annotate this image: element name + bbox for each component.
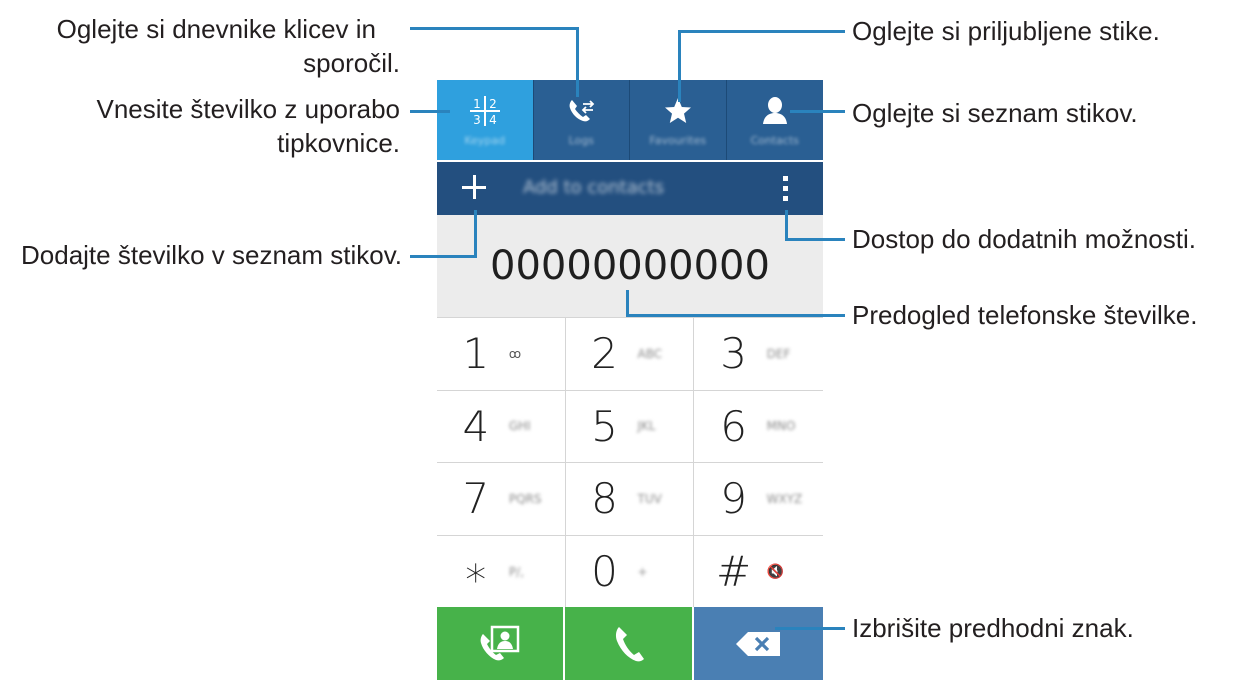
tab-logs-label: Logs	[568, 134, 594, 147]
tab-keypad[interactable]: 1 2 3 4 Keypad	[437, 80, 534, 160]
leader-line	[576, 27, 579, 97]
tab-bar: 1 2 3 4 Keypad Logs Favourites Contacts	[437, 80, 823, 160]
contact-call-icon	[480, 625, 520, 660]
annotation-favourites: Oglejte si priljubljene stike.	[852, 16, 1160, 46]
leader-line	[474, 210, 477, 258]
key-digit: 2	[591, 329, 618, 379]
annotation-keypad-line2: tipkovnice.	[277, 128, 400, 158]
tab-contacts[interactable]: Contacts	[726, 80, 823, 160]
leader-line	[785, 238, 845, 241]
key-3[interactable]: 3 DEF	[694, 318, 823, 390]
voicemail-icon: ꝏ	[508, 346, 522, 361]
key-digit: 3	[720, 329, 747, 379]
key-letters: PQRS	[508, 491, 542, 506]
key-0[interactable]: 0 +	[566, 535, 695, 608]
svg-text:3: 3	[473, 113, 481, 127]
key-letters: JKL	[637, 419, 656, 434]
key-digit: 5	[591, 401, 618, 451]
annotation-preview: Predogled telefonske številke.	[852, 300, 1198, 330]
key-letters: TUV	[637, 491, 662, 506]
mute-icon: 🔇	[766, 563, 785, 580]
annotation-options: Dostop do dodatnih možnosti.	[852, 224, 1196, 254]
key-7[interactable]: 7 PQRS	[437, 463, 566, 535]
key-2[interactable]: 2 ABC	[566, 318, 695, 390]
leader-line	[775, 627, 845, 630]
leader-line	[410, 110, 450, 113]
delete-button[interactable]	[693, 607, 824, 680]
annotation-add-contact: Dodajte številko v seznam stikov.	[21, 240, 402, 270]
key-6[interactable]: 6 MNO	[694, 391, 823, 463]
key-digit: 9	[720, 474, 747, 524]
action-bar: Add to contacts	[437, 162, 823, 215]
number-display: 00000000000	[437, 215, 823, 317]
key-digit: 1	[462, 329, 490, 379]
leader-line	[678, 30, 681, 102]
add-contact-icon[interactable]	[459, 172, 489, 202]
leader-line	[626, 314, 845, 317]
video-call-button[interactable]	[437, 607, 566, 680]
leader-line	[410, 27, 577, 30]
annotation-delete: Izbrišite predhodni znak.	[852, 613, 1134, 643]
key-digit: #	[716, 547, 752, 597]
person-icon	[760, 94, 790, 128]
dial-keypad: 1ꝏ 2 ABC 3 DEF 4 GHI 5 JKL 6 MNO 7 PQRS 8 TUV 9…	[437, 317, 823, 608]
key-8[interactable]: 8 TUV	[566, 463, 695, 535]
backspace-icon	[736, 631, 781, 656]
svg-text:4: 4	[489, 113, 497, 127]
key-1[interactable]: 1ꝏ	[437, 318, 566, 390]
key-hash[interactable]: # 🔇	[694, 536, 823, 609]
key-digit: 8	[591, 474, 618, 524]
svg-text:2: 2	[489, 97, 497, 111]
annotation-keypad-line1: Vnesite številko z uporabo	[96, 94, 400, 124]
key-letters: ABC	[637, 346, 663, 361]
annotation-logs-line1: Oglejte si dnevnike klicev in	[56, 14, 376, 44]
leader-line	[678, 30, 845, 33]
annotation-keypad: Vnesite številko z uporabo tipkovnice.	[0, 92, 400, 160]
annotation-logs-line2: sporočil.	[303, 48, 400, 78]
annotation-contacts: Oglejte si seznam stikov.	[852, 98, 1138, 128]
leader-line	[410, 255, 477, 258]
key-digit: 7	[462, 474, 490, 524]
tab-logs[interactable]: Logs	[533, 80, 630, 160]
tab-favourites-label: Favourites	[649, 134, 707, 147]
add-to-contacts-label[interactable]: Add to contacts	[523, 177, 664, 198]
key-letters: MNO	[766, 419, 796, 434]
svg-text:1: 1	[473, 97, 481, 111]
key-digit: 6	[720, 401, 747, 451]
key-letters: +	[637, 564, 648, 579]
key-digit: ∗	[462, 547, 489, 597]
phone-number-preview: 00000000000	[490, 243, 770, 289]
key-4[interactable]: 4 GHI	[437, 390, 566, 462]
phone-dialer: 1 2 3 4 Keypad Logs Favourites Contacts …	[437, 80, 824, 680]
key-star[interactable]: ∗ P/,	[437, 535, 566, 608]
key-5[interactable]: 5 JKL	[566, 390, 695, 462]
key-letters: WXYZ	[766, 491, 803, 506]
key-9[interactable]: 9 WXYZ	[694, 463, 823, 535]
leader-line	[785, 210, 788, 241]
key-letters: GHI	[508, 419, 531, 434]
bottom-action-bar	[437, 607, 824, 680]
logs-icon	[566, 94, 596, 128]
leader-line	[790, 110, 845, 113]
call-button[interactable]	[565, 607, 694, 680]
key-digit: 4	[462, 401, 490, 451]
phone-icon	[615, 626, 644, 661]
annotation-logs: Oglejte si dnevnike klicev in sporočil.	[0, 12, 400, 80]
key-letters: P/,	[508, 564, 524, 579]
key-letters: DEF	[766, 346, 791, 361]
keypad-icon: 1 2 3 4	[468, 94, 502, 128]
leader-line	[626, 290, 629, 317]
tab-keypad-label: Keypad	[464, 134, 506, 147]
tab-contacts-label: Contacts	[750, 134, 800, 147]
key-digit: 0	[591, 547, 618, 597]
more-options-icon[interactable]	[783, 176, 789, 202]
